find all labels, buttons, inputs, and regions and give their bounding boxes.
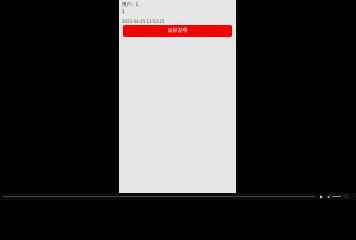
fullscreen-icon[interactable]: ⛶ (345, 194, 348, 199)
play-icon[interactable]: ▶ (320, 194, 323, 199)
volume-slider[interactable] (332, 196, 341, 197)
user-label: 用户：1 (122, 3, 139, 8)
user-id-value: 1 (122, 10, 125, 15)
volume-icon[interactable]: ◂) (327, 194, 331, 199)
video-control-bar: ▶ ◂) ⛶ (0, 193, 356, 200)
app-screen: 用户：1 1 2023-04-25 11:53:25 加好友啊 (119, 0, 236, 193)
timestamp: 2023-04-25 11:53:25 (122, 19, 165, 24)
add-friend-button[interactable]: 加好友啊 (123, 25, 232, 37)
progress-track[interactable] (3, 196, 315, 197)
